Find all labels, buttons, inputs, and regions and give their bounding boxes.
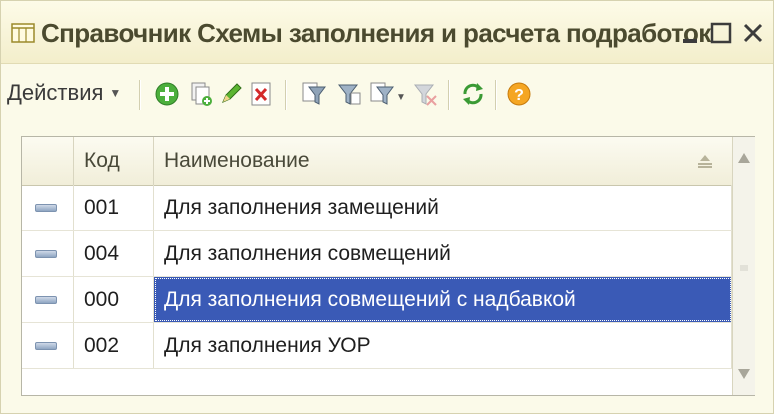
name-value: Для заполнения замещений bbox=[164, 196, 439, 219]
copy-icon bbox=[191, 82, 212, 106]
filter-by-value-icon bbox=[337, 84, 361, 105]
actions-menu-button[interactable]: Действия ▼ bbox=[7, 80, 121, 106]
filter-list-dropdown-icon[interactable]: ▼ bbox=[396, 92, 406, 103]
clear-filter-button[interactable] bbox=[411, 79, 439, 109]
maximize-icon bbox=[710, 22, 732, 44]
header-name[interactable]: Наименование bbox=[154, 137, 732, 185]
toolbar-separator bbox=[448, 80, 450, 110]
edit-button[interactable] bbox=[217, 79, 245, 109]
code-value: 002 bbox=[84, 334, 120, 357]
name-value: Для заполнения УОР bbox=[164, 334, 371, 357]
table-list-icon bbox=[11, 23, 35, 43]
table-header: Код Наименование bbox=[22, 137, 732, 186]
add-icon bbox=[155, 82, 179, 106]
close-button[interactable] bbox=[739, 19, 767, 47]
code-value: 004 bbox=[84, 242, 120, 265]
catalog-item-icon bbox=[35, 204, 57, 212]
catalog-item-icon bbox=[35, 342, 57, 350]
toolbar-separator bbox=[285, 80, 287, 110]
add-button[interactable] bbox=[153, 79, 181, 109]
name-cell[interactable]: Для заполнения УОР bbox=[154, 323, 732, 368]
copy-button[interactable] bbox=[187, 79, 215, 109]
header-code[interactable]: Код bbox=[74, 137, 154, 185]
code-cell[interactable]: 001 bbox=[74, 185, 154, 230]
filter-icon bbox=[302, 82, 326, 105]
code-value: 000 bbox=[84, 288, 120, 311]
scroll-thumb[interactable] bbox=[736, 187, 752, 337]
filter-list-button[interactable] bbox=[367, 79, 395, 109]
catalog-table: Код Наименование 001 Для заполнения замещ… bbox=[21, 136, 755, 396]
help-icon: ? bbox=[507, 82, 531, 106]
row-marker-cell bbox=[22, 185, 74, 230]
refresh-button[interactable] bbox=[459, 79, 487, 109]
row-marker-cell bbox=[22, 231, 74, 276]
edit-icon bbox=[222, 83, 242, 103]
chevron-down-icon: ▼ bbox=[109, 86, 122, 100]
code-cell[interactable]: 004 bbox=[74, 231, 154, 276]
catalog-item-icon bbox=[35, 250, 57, 258]
code-value: 001 bbox=[84, 196, 120, 219]
actions-menu-label: Действия bbox=[7, 80, 104, 105]
help-button[interactable]: ? bbox=[505, 79, 533, 109]
code-cell[interactable]: 000 bbox=[74, 277, 154, 322]
close-icon bbox=[743, 23, 763, 43]
toolbar: Действия ▼ ▼ ? bbox=[1, 64, 773, 122]
minimize-icon bbox=[683, 39, 697, 43]
code-cell[interactable]: 002 bbox=[74, 323, 154, 368]
toolbar-separator bbox=[139, 80, 141, 110]
triangle-up-icon bbox=[738, 153, 750, 163]
name-value: Для заполнения совмещений bbox=[164, 242, 451, 265]
name-cell[interactable]: Для заполнения совмещений с надбавкой bbox=[154, 277, 732, 322]
toolbar-separator bbox=[495, 80, 497, 110]
name-cell[interactable]: Для заполнения замещений bbox=[154, 185, 732, 230]
triangle-down-icon bbox=[738, 369, 750, 379]
clear-filter-icon bbox=[413, 84, 437, 106]
filter-by-value-button[interactable] bbox=[335, 79, 363, 109]
catalog-window: Справочник Схемы заполнения и расчета по… bbox=[0, 0, 774, 414]
maximize-button[interactable] bbox=[707, 19, 735, 47]
delete-icon bbox=[251, 82, 271, 106]
scroll-up-button[interactable] bbox=[733, 145, 755, 175]
name-value: Для заполнения совмещений с надбавкой bbox=[164, 288, 576, 311]
filter-list-icon bbox=[370, 82, 394, 105]
filter-button[interactable] bbox=[299, 79, 327, 109]
row-marker-cell bbox=[22, 277, 74, 322]
header-name-label: Наименование bbox=[164, 149, 310, 172]
refresh-icon bbox=[463, 83, 483, 105]
svg-text:?: ? bbox=[514, 87, 524, 104]
header-marker-column bbox=[22, 137, 74, 185]
table-row[interactable]: 002 Для заполнения УОР bbox=[22, 323, 732, 369]
table-row[interactable]: 004 Для заполнения совмещений bbox=[22, 231, 732, 277]
minimize-button[interactable] bbox=[677, 19, 705, 47]
title-bar: Справочник Схемы заполнения и расчета по… bbox=[1, 1, 773, 64]
table-row[interactable]: 001 Для заполнения замещений bbox=[22, 185, 732, 231]
scroll-down-button[interactable] bbox=[733, 357, 755, 387]
header-code-label: Код bbox=[84, 149, 120, 172]
vertical-scrollbar[interactable] bbox=[732, 137, 755, 395]
table-row[interactable]: 000 Для заполнения совмещений с надбавкой bbox=[22, 277, 732, 323]
catalog-item-icon bbox=[35, 296, 57, 304]
sort-icon bbox=[698, 155, 712, 168]
name-cell[interactable]: Для заполнения совмещений bbox=[154, 231, 732, 276]
delete-button[interactable] bbox=[247, 79, 275, 109]
row-marker-cell bbox=[22, 323, 74, 368]
window-title: Справочник Схемы заполнения и расчета по… bbox=[41, 18, 711, 48]
